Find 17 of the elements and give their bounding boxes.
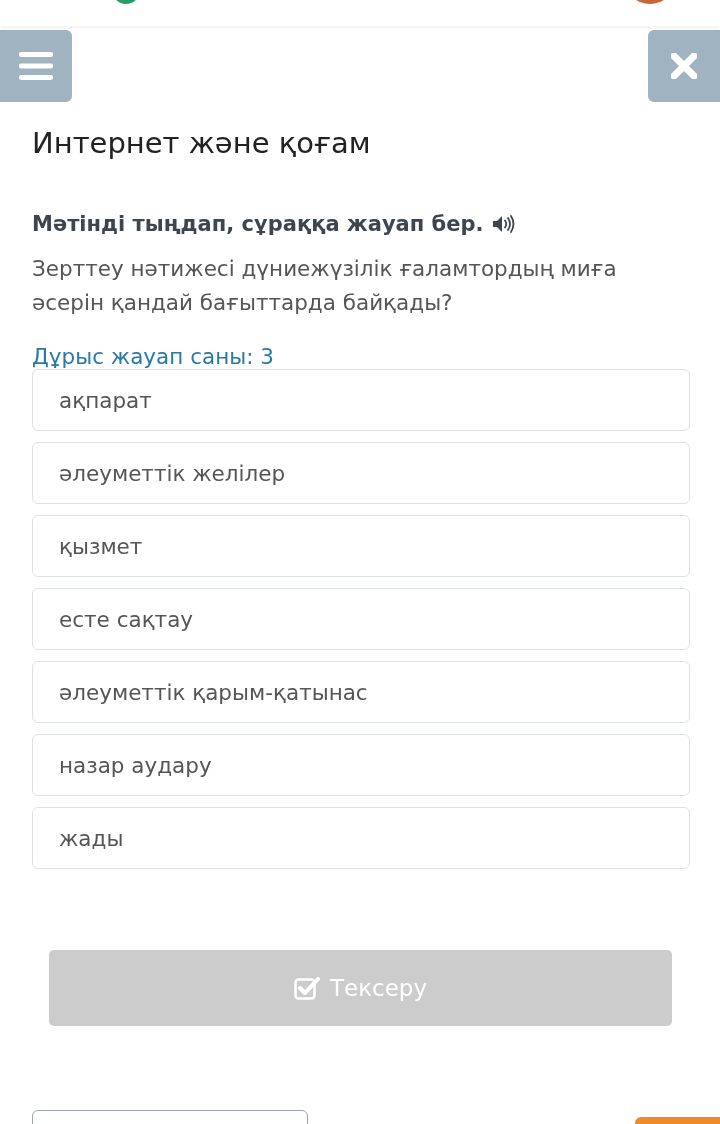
close-button[interactable] xyxy=(648,30,720,102)
menu-icon xyxy=(19,52,53,80)
close-icon xyxy=(671,53,697,79)
answer-count: Дұрыс жауап саны: 3 xyxy=(32,344,275,369)
answer-option[interactable]: назар аудару xyxy=(32,734,690,796)
answer-option[interactable]: есте сақтау xyxy=(32,588,690,650)
speaker-icon[interactable] xyxy=(491,214,516,234)
menu-button[interactable] xyxy=(0,30,72,102)
answer-option[interactable]: әлеуметтік желілер xyxy=(32,442,690,504)
instruction-text: Мәтінді тыңдап, сұраққа жауап бер. xyxy=(32,212,484,236)
checkbox-icon xyxy=(293,976,320,1000)
answer-option[interactable]: жады xyxy=(32,807,690,869)
answer-option[interactable]: ақпарат xyxy=(32,369,690,431)
answer-option[interactable]: қызмет xyxy=(32,515,690,577)
lesson-title: Интернет және қоғам xyxy=(32,126,372,160)
question-text: Зерттеу нәтижесі дүниежүзілік ғаламтордың миға әсерін қандай бағыттарда байқады? xyxy=(32,255,618,317)
answer-option[interactable]: әлеуметтік қарым-қатынас xyxy=(32,661,690,723)
